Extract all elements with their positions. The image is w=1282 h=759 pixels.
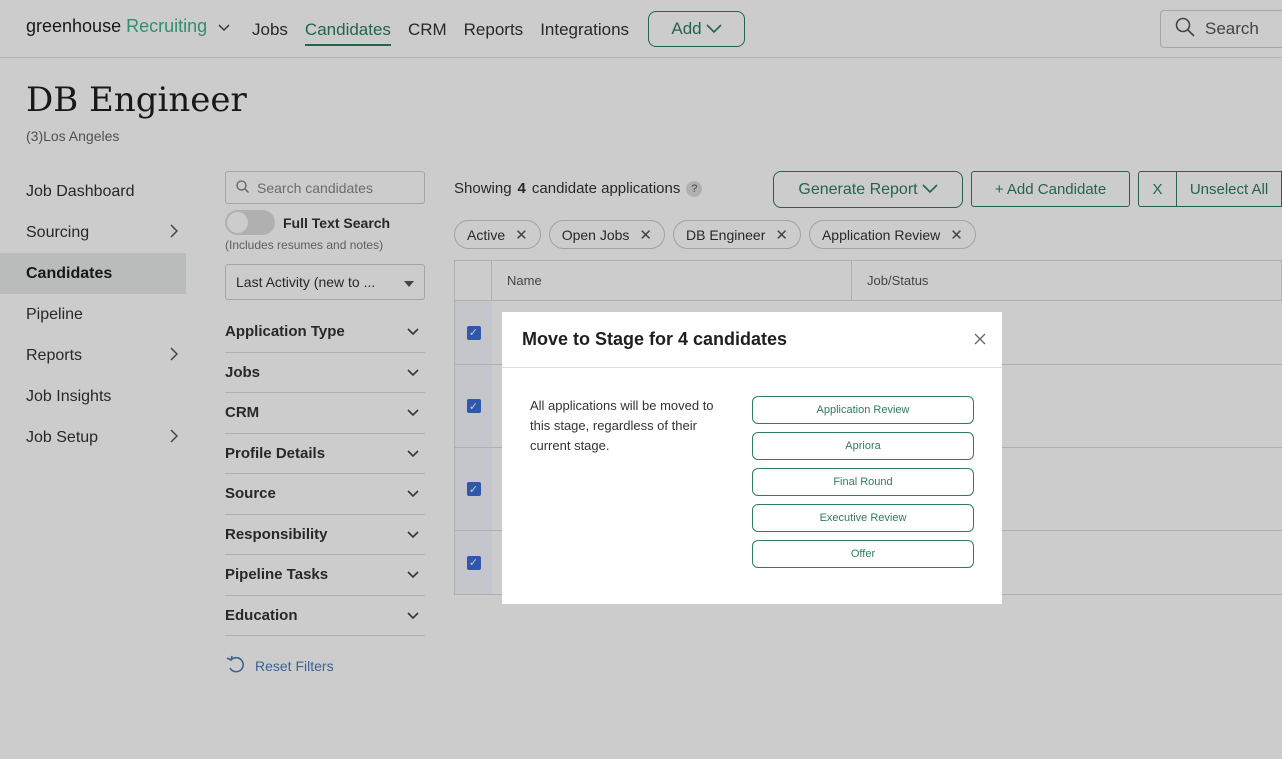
stage-button-apriora[interactable]: Apriora <box>752 432 974 460</box>
modal-description: All applications will be moved to this s… <box>530 398 714 453</box>
modal-header: Move to Stage for 4 candidates <box>502 312 1002 368</box>
move-to-stage-modal: Move to Stage for 4 candidates All appli… <box>502 312 1002 604</box>
stage-button-list: Application Review Apriora Final Round E… <box>752 396 974 568</box>
stage-button-final-round[interactable]: Final Round <box>752 468 974 496</box>
stage-button-executive-review[interactable]: Executive Review <box>752 504 974 532</box>
modal-title: Move to Stage for 4 candidates <box>522 329 788 349</box>
close-icon[interactable] <box>974 329 986 350</box>
stage-button-offer[interactable]: Offer <box>752 540 974 568</box>
stage-button-application-review[interactable]: Application Review <box>752 396 974 424</box>
